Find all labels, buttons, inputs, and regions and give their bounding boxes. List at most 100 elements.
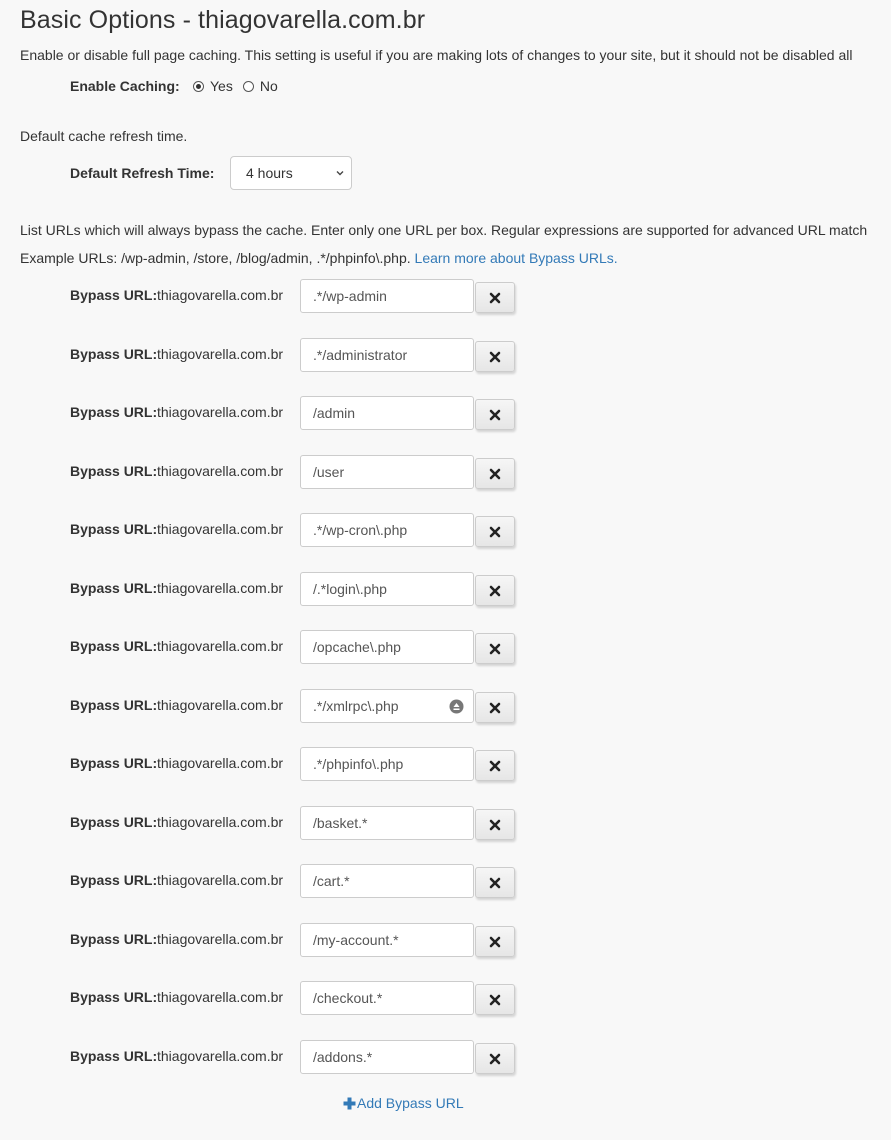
bypass-url-input[interactable]: .*/xmlrpc\.php [300,689,474,723]
plus-icon [343,1097,356,1109]
bypass-url-label: Bypass URL: [70,638,158,654]
refresh-time-select[interactable]: 4 hours [230,156,352,190]
times-icon [489,819,501,830]
times-icon [489,292,501,303]
bypass-url-input[interactable]: .*/administrator [300,338,474,372]
bypass-url-value: /admin [313,405,356,421]
radio-yes[interactable] [193,80,204,92]
remove-bypass-url-button[interactable] [475,984,515,1015]
bypass-url-label: Bypass URL: [70,931,158,947]
bypass-url-row: Bypass URL: thiagovarella.com.br/user [70,455,520,489]
refresh-time-label: Default Refresh Time: [70,165,215,181]
bypass-url-label: Bypass URL: [70,697,158,713]
times-icon [489,409,501,420]
add-bypass-url-button[interactable]: Add Bypass URL [343,1095,464,1111]
enable-caching-radio-group: Yes No [193,78,288,94]
bypass-url-input[interactable]: .*/wp-admin [300,279,474,313]
bypass-url-domain: thiagovarella.com.br [157,287,284,303]
remove-bypass-url-button[interactable] [475,1043,515,1074]
bypass-url-domain: thiagovarella.com.br [157,346,284,362]
bypass-url-row: Bypass URL: thiagovarella.com.br .*/wp-adm… [70,279,520,313]
caching-description: Enable or disable full page caching. Thi… [20,47,853,63]
remove-bypass-url-button[interactable] [475,867,515,898]
remove-bypass-url-button[interactable] [475,750,515,781]
bypass-url-domain: thiagovarella.com.br [157,872,284,888]
remove-bypass-url-button[interactable] [475,341,515,372]
remove-bypass-url-button[interactable] [475,575,515,606]
bypass-url-domain: thiagovarella.com.br [157,697,284,713]
bypass-url-input[interactable]: .*/wp-cron\.php [300,513,474,547]
bypass-url-value: /.*login\.php [313,581,387,597]
radio-no[interactable] [242,80,254,92]
bypass-url-row: Bypass URL: thiagovarella.com.br/cart.* [70,864,520,898]
bypass-url-value: /my-account.* [313,932,399,948]
bypass-url-value: /basket.* [313,815,368,831]
bypass-url-input[interactable]: /cart.* [300,864,474,898]
bypass-url-value: /addons.* [313,1049,373,1065]
remove-bypass-url-button[interactable] [475,282,515,313]
bypass-url-value: /cart.* [313,873,350,889]
bypass-url-domain: thiagovarella.com.br [157,580,284,596]
bypass-url-label: Bypass URL: [70,989,158,1005]
bypass-url-value: .*/phpinfo\.php [313,756,404,772]
bypass-url-input[interactable]: /checkout.* [300,981,474,1015]
bypass-url-domain: thiagovarella.com.br [157,521,284,537]
times-icon [489,526,501,537]
times-icon [489,994,501,1005]
bypass-url-row: Bypass URL: thiagovarella.com.br/addons.* [70,1040,520,1074]
remove-bypass-url-button[interactable] [475,692,515,723]
bypass-url-label: Bypass URL: [70,755,158,771]
bypass-url-input[interactable]: /basket.* [300,806,474,840]
bypass-url-domain: thiagovarella.com.br [157,931,284,947]
bypass-url-value: .*/administrator [313,347,408,363]
bypass-url-label: Bypass URL: [70,1048,158,1064]
bypass-url-row: Bypass URL: thiagovarella.com.br .*/wp-cro… [70,513,520,547]
learn-more-bypass-link[interactable]: Learn more about Bypass URLs. [415,250,618,266]
remove-bypass-url-button[interactable] [475,926,515,957]
remove-bypass-url-button[interactable] [475,809,515,840]
remove-bypass-url-button[interactable] [475,458,515,489]
bypass-url-label: Bypass URL: [70,580,158,596]
times-icon [489,585,501,596]
bypass-url-domain: thiagovarella.com.br [157,404,284,420]
enable-caching-yes-option[interactable]: Yes [193,78,233,94]
bypass-url-label: Bypass URL: [70,872,158,888]
enable-caching-label: Enable Caching: [70,78,180,94]
bypass-url-value: /opcache\.php [313,639,401,655]
remove-bypass-url-button[interactable] [475,633,515,664]
remove-bypass-url-button[interactable] [475,516,515,547]
bypass-description: List URLs which will always bypass the c… [20,222,868,238]
bypass-example-text: Example URLs: /wp-admin, /store, /blog/a… [20,250,411,266]
bypass-url-input[interactable]: /opcache\.php [300,630,474,664]
page-title: Basic Options - thiagovarella.com.br [20,6,426,34]
bypass-url-input[interactable]: .*/phpinfo\.php [300,747,474,781]
chevron-down-icon [336,171,344,176]
bypass-url-input[interactable]: /.*login\.php [300,572,474,606]
bypass-url-input[interactable]: /addons.* [300,1040,474,1074]
bypass-url-input[interactable]: /user [300,455,474,489]
remove-bypass-url-button[interactable] [475,399,515,430]
bypass-url-value: .*/wp-admin [313,288,387,304]
bypass-url-value: .*/xmlrpc\.php [313,698,399,714]
bypass-url-label: Bypass URL: [70,463,158,479]
refresh-time-value: 4 hours [246,165,293,181]
bypass-url-label: Bypass URL: [70,814,158,830]
bypass-url-label: Bypass URL: [70,287,158,303]
bypass-url-row: Bypass URL: thiagovarella.com.br/opcache\… [70,630,520,664]
bypass-url-input[interactable]: /my-account.* [300,923,474,957]
bypass-url-domain: thiagovarella.com.br [157,814,284,830]
enable-caching-no-option[interactable]: No [242,78,278,94]
bypass-url-domain: thiagovarella.com.br [157,638,284,654]
key-icon[interactable] [449,699,464,714]
bypass-url-input[interactable]: /admin [300,396,474,430]
bypass-url-domain: thiagovarella.com.br [157,463,284,479]
bypass-url-domain: thiagovarella.com.br [157,989,284,1005]
radio-no-label: No [259,78,278,94]
bypass-example: Example URLs: /wp-admin, /store, /blog/a… [20,250,618,266]
times-icon [489,760,501,771]
bypass-url-row: Bypass URL: thiagovarella.com.br .*/admini… [70,338,520,372]
times-icon [489,936,501,947]
times-icon [489,877,501,888]
times-icon [489,702,501,713]
bypass-url-value: /checkout.* [313,990,383,1006]
